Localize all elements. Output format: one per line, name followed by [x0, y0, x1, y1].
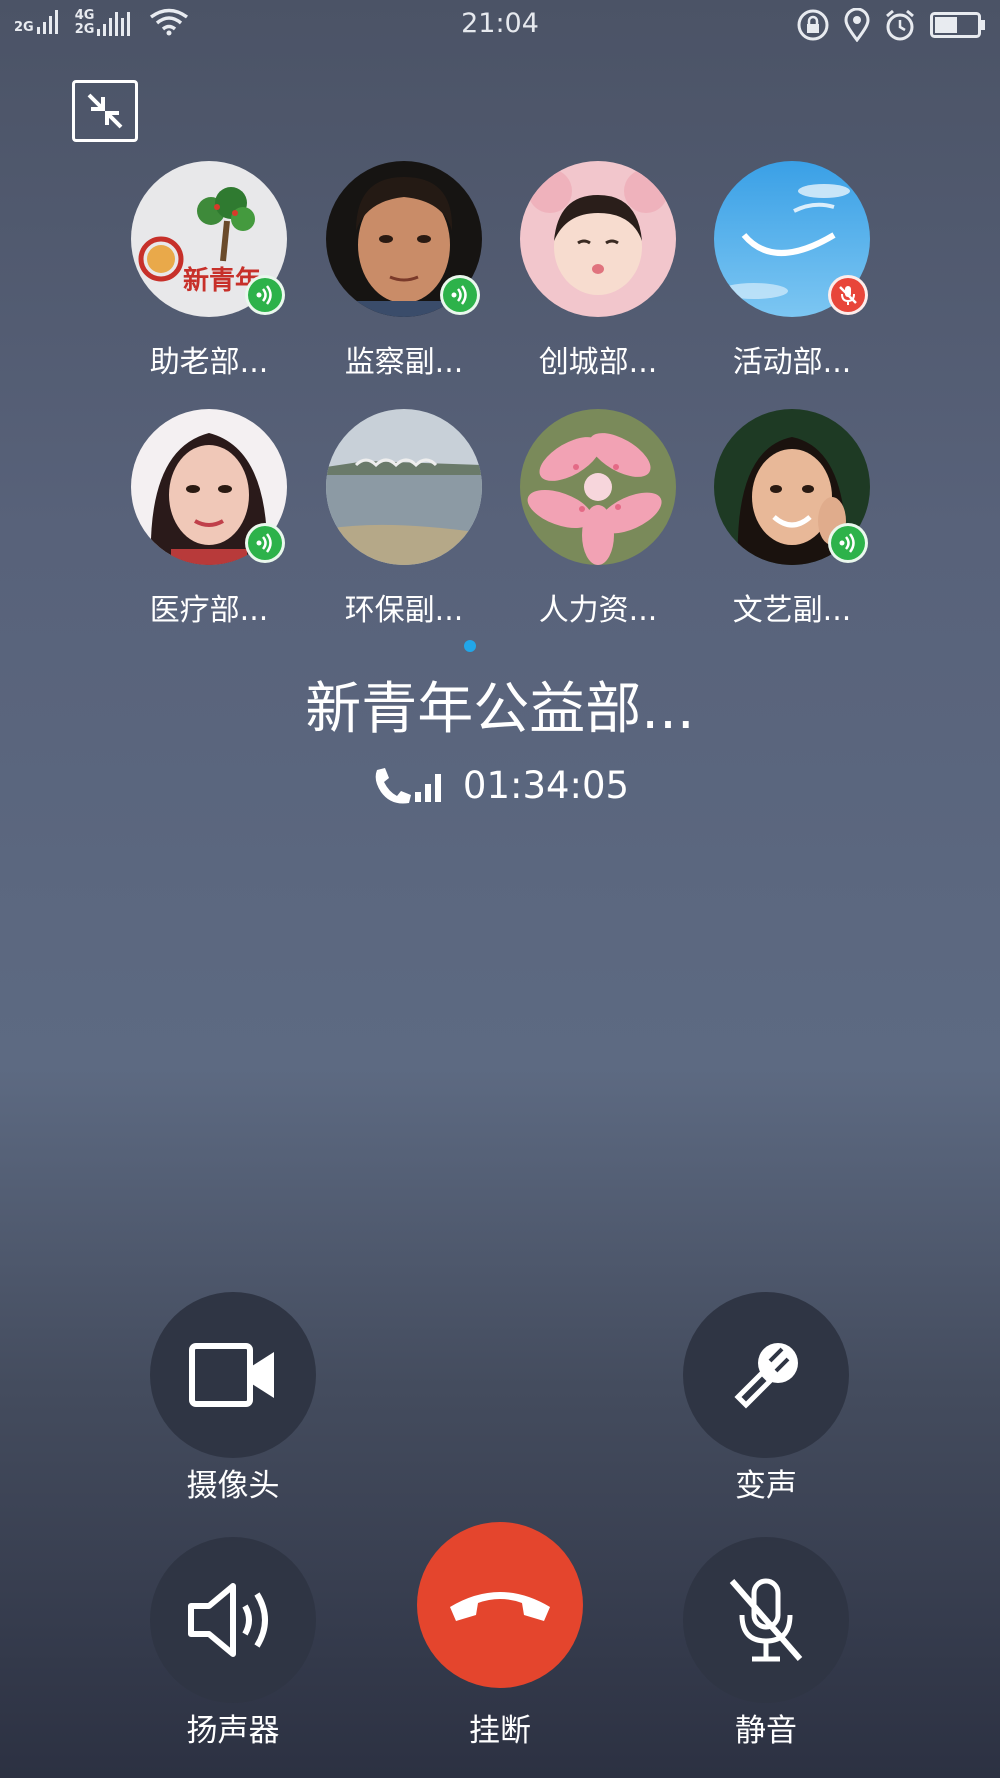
member-name: 创城部... — [538, 345, 658, 380]
speaking-badge — [245, 523, 285, 563]
phone-signal-icon — [371, 766, 449, 806]
member-item[interactable]: 人力资... — [520, 409, 676, 628]
mute-button[interactable] — [683, 1537, 849, 1703]
muted-badge — [828, 275, 868, 315]
member-item[interactable]: 新青年 助老部... — [131, 161, 287, 380]
speaker-label: 扬声器 — [186, 1713, 280, 1749]
member-name: 监察副... — [344, 345, 464, 380]
member-item[interactable]: 活动部... — [714, 161, 870, 380]
phone-hangup-icon — [446, 1585, 554, 1625]
avatar — [326, 409, 482, 565]
speaker-icon — [185, 1580, 281, 1660]
member-name: 医疗部... — [149, 593, 269, 628]
member-name: 文艺副... — [732, 593, 852, 628]
video-camera-icon — [188, 1342, 278, 1408]
speaking-badge — [440, 275, 480, 315]
microphone-magic-icon — [726, 1335, 806, 1415]
mic-off-icon — [726, 1575, 806, 1665]
rotation-lock-icon — [796, 8, 830, 42]
member-name: 环保副... — [344, 593, 464, 628]
member-item[interactable]: 医疗部... — [131, 409, 287, 628]
status-bar-right — [796, 8, 986, 42]
mute-label: 静音 — [735, 1713, 797, 1749]
mic-off-icon — [831, 284, 865, 306]
collapse-arrows-icon — [75, 83, 135, 139]
call-duration: 01:34:05 — [462, 764, 630, 807]
sound-wave-icon — [248, 284, 282, 306]
speaking-badge — [828, 523, 868, 563]
member-name: 助老部... — [149, 345, 269, 380]
member-name: 人力资... — [538, 593, 658, 628]
speaking-badge — [245, 275, 285, 315]
group-title: 新青年公益部... — [305, 677, 695, 742]
voice-change-label: 变声 — [735, 1468, 797, 1504]
voice-change-button[interactable] — [683, 1292, 849, 1458]
camera-label: 摄像头 — [186, 1468, 280, 1504]
avatar — [520, 409, 676, 565]
member-name: 活动部... — [732, 345, 852, 380]
alarm-icon — [884, 8, 916, 42]
status-bar: 2G 4G 2G 21:04 — [0, 0, 1000, 52]
avatar — [520, 161, 676, 317]
member-item[interactable]: 监察副... — [326, 161, 482, 380]
battery-icon — [930, 12, 986, 38]
page-indicator-dot — [464, 640, 476, 652]
camera-button[interactable] — [150, 1292, 316, 1458]
location-icon — [844, 8, 870, 42]
speaker-button[interactable] — [150, 1537, 316, 1703]
sound-wave-icon — [831, 532, 865, 554]
hangup-button[interactable] — [417, 1522, 583, 1688]
member-item[interactable]: 环保副... — [326, 409, 482, 628]
sound-wave-icon — [443, 284, 477, 306]
hangup-label: 挂断 — [469, 1713, 531, 1749]
member-item[interactable]: 创城部... — [520, 161, 676, 380]
call-info: 01:34:05 — [0, 764, 1000, 807]
minimize-window-button[interactable] — [72, 80, 138, 142]
member-item[interactable]: 文艺副... — [714, 409, 870, 628]
sound-wave-icon — [248, 532, 282, 554]
